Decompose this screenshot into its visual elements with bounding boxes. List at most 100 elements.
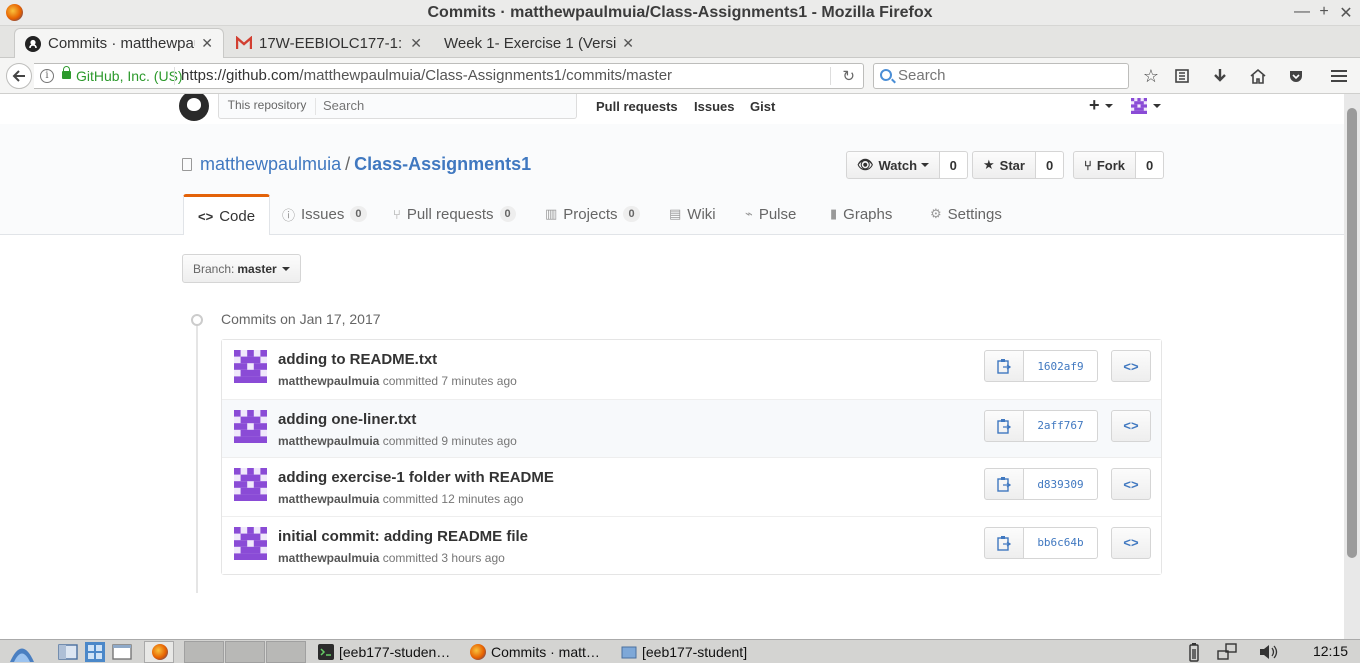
author-avatar[interactable] [234, 468, 267, 501]
close-tab-icon[interactable]: ✕ [410, 35, 422, 52]
page-scrollbar[interactable] [1344, 94, 1360, 639]
tab-graphs[interactable]: ▮ Graphs [830, 194, 892, 234]
commit-message-link[interactable]: adding to README.txt [278, 351, 437, 368]
tab-wiki[interactable]: ▤ Wiki [669, 194, 716, 234]
tab-pulse[interactable]: ⌁ Pulse [745, 194, 796, 234]
user-menu[interactable] [1131, 98, 1161, 117]
tab-settings[interactable]: ⚙ Settings [930, 194, 1002, 234]
downloads-icon[interactable] [1210, 66, 1230, 86]
commit-sha-link[interactable]: 1602af9 [1023, 350, 1098, 382]
repo-header: matthewpaulmuia / Class-Assignments1 👁 Watc… [0, 124, 1344, 235]
commit-author-link[interactable]: matthewpaulmuia [278, 434, 379, 448]
minimize-button[interactable]: — [1294, 3, 1310, 21]
author-avatar[interactable] [234, 409, 267, 443]
workspace-1[interactable] [184, 641, 224, 663]
workspace-3[interactable] [266, 641, 306, 663]
watch-button[interactable]: 👁 Watch [846, 151, 940, 179]
commit-message-link[interactable]: adding exercise-1 folder with README [278, 469, 554, 486]
search-scope-label: This repository [219, 98, 316, 115]
tab-pull-requests[interactable]: ⑂ Pull requests 0 [393, 194, 516, 234]
commit-author-link[interactable]: matthewpaulmuia [278, 551, 379, 565]
fork-button[interactable]: ⑂ Fork [1073, 151, 1136, 179]
workspace-2[interactable] [225, 641, 265, 663]
site-identity[interactable]: GitHub, Inc. (US) [76, 68, 183, 84]
star-button[interactable]: ★ Star [972, 151, 1036, 179]
commit-sha-link[interactable]: 2aff767 [1023, 409, 1098, 442]
hamburger-menu-icon[interactable] [1329, 66, 1349, 86]
pocket-icon[interactable] [1286, 66, 1306, 86]
watch-count[interactable]: 0 [939, 151, 968, 179]
header-nav-pull-requests[interactable]: Pull requests [596, 99, 678, 114]
taskbar-item-terminal[interactable]: [eeb177-studen… [318, 642, 464, 662]
close-window-button[interactable]: ✕ [1338, 3, 1354, 23]
tab-gmail[interactable]: 17W-EEBIOLC177-1: Lab ✕ [226, 28, 432, 58]
firefox-launcher-icon[interactable] [144, 641, 174, 663]
copy-sha-button[interactable] [984, 526, 1024, 559]
tab-exercise[interactable]: Week 1- Exercise 1 (Version Control) ✕ [434, 28, 644, 58]
url-bar[interactable]: i GitHub, Inc. (US) https://github.com/m… [34, 63, 864, 89]
chevron-down-icon [1104, 104, 1113, 109]
browse-repo-button[interactable]: <> [1111, 526, 1151, 559]
branch-name: master [237, 261, 277, 276]
start-menu-icon[interactable] [8, 641, 34, 663]
commit-sha-link[interactable]: d839309 [1023, 468, 1098, 500]
copy-sha-button[interactable] [984, 409, 1024, 442]
commit-row: adding to README.txt matthewpaulmuia com… [222, 340, 1161, 399]
tab-label: Week 1- Exercise 1 (Version Control) [444, 34, 617, 52]
commit-author-link[interactable]: matthewpaulmuia [278, 492, 379, 506]
copy-sha-button[interactable] [984, 468, 1024, 500]
volume-icon[interactable] [1257, 641, 1279, 663]
site-search[interactable]: This repository [218, 94, 577, 119]
taskbar-item-firefox[interactable]: Commits · matt… [470, 642, 615, 662]
header-nav-gist[interactable]: Gist [750, 99, 775, 114]
search-bar[interactable] [873, 63, 1129, 89]
file-manager-icon[interactable] [84, 641, 106, 663]
commit-message-link[interactable]: adding one-liner.txt [278, 411, 416, 428]
repo-name-link[interactable]: Class-Assignments1 [354, 154, 531, 174]
bookmarks-menu-icon[interactable] [1172, 66, 1192, 86]
divider [174, 67, 175, 85]
clock[interactable]: 12:15 [1313, 643, 1348, 659]
author-avatar[interactable] [234, 350, 267, 383]
window-title: Commits · matthewpaulmuia/Class-Assignme… [427, 4, 933, 21]
commit-verb: committed [382, 492, 439, 506]
header-nav-issues[interactable]: Issues [694, 99, 734, 114]
battery-icon[interactable] [1183, 641, 1205, 663]
tab-code[interactable]: <> Code [183, 194, 271, 235]
repo-owner-link[interactable]: matthewpaulmuia [200, 154, 341, 174]
tab-commits[interactable]: Commits · matthewpaulmuia/Class-Assignme… [14, 28, 224, 58]
author-avatar[interactable] [234, 526, 267, 560]
commit-author-link[interactable]: matthewpaulmuia [278, 374, 379, 388]
scrollbar-thumb[interactable] [1347, 108, 1357, 558]
browse-repo-button[interactable]: <> [1111, 468, 1151, 500]
close-tab-icon[interactable]: ✕ [201, 35, 213, 52]
commit-meta: matthewpaulmuia committed 9 minutes ago [278, 434, 517, 448]
fork-count[interactable]: 0 [1135, 151, 1165, 179]
taskbar-item-folder[interactable]: [eeb177-student] [621, 642, 771, 662]
network-icon[interactable] [1216, 641, 1238, 663]
browse-repo-button[interactable]: <> [1111, 409, 1151, 442]
commit-message-link[interactable]: initial commit: adding README file [278, 528, 528, 545]
create-new-dropdown[interactable]: + [1089, 95, 1113, 116]
star-count[interactable]: 0 [1035, 151, 1065, 179]
info-icon[interactable]: i [40, 69, 54, 83]
tab-label: Pull requests [406, 205, 494, 223]
copy-sha-button[interactable] [984, 350, 1024, 382]
show-desktop-icon[interactable] [57, 641, 79, 663]
browse-repo-button[interactable]: <> [1111, 350, 1151, 382]
bookmark-star-icon[interactable]: ☆ [1141, 66, 1161, 86]
window-list-icon[interactable] [111, 641, 133, 663]
commit-sha-link[interactable]: bb6c64b [1023, 526, 1098, 559]
url-text[interactable]: https://github.com/matthewpaulmuia/Class… [181, 67, 672, 84]
github-search-input[interactable] [323, 98, 563, 113]
back-button[interactable] [6, 63, 32, 89]
tab-projects[interactable]: ▥ Projects 0 [545, 194, 640, 234]
close-tab-icon[interactable]: ✕ [622, 35, 634, 52]
tab-issues[interactable]: ⓘ Issues 0 [282, 194, 367, 234]
search-input[interactable] [898, 67, 1118, 84]
home-icon[interactable] [1248, 66, 1268, 86]
github-logo-icon[interactable] [179, 94, 209, 121]
branch-select-button[interactable]: Branch: master [182, 254, 301, 283]
maximize-button[interactable]: + [1316, 3, 1332, 21]
reload-icon[interactable]: ↻ [842, 67, 855, 85]
